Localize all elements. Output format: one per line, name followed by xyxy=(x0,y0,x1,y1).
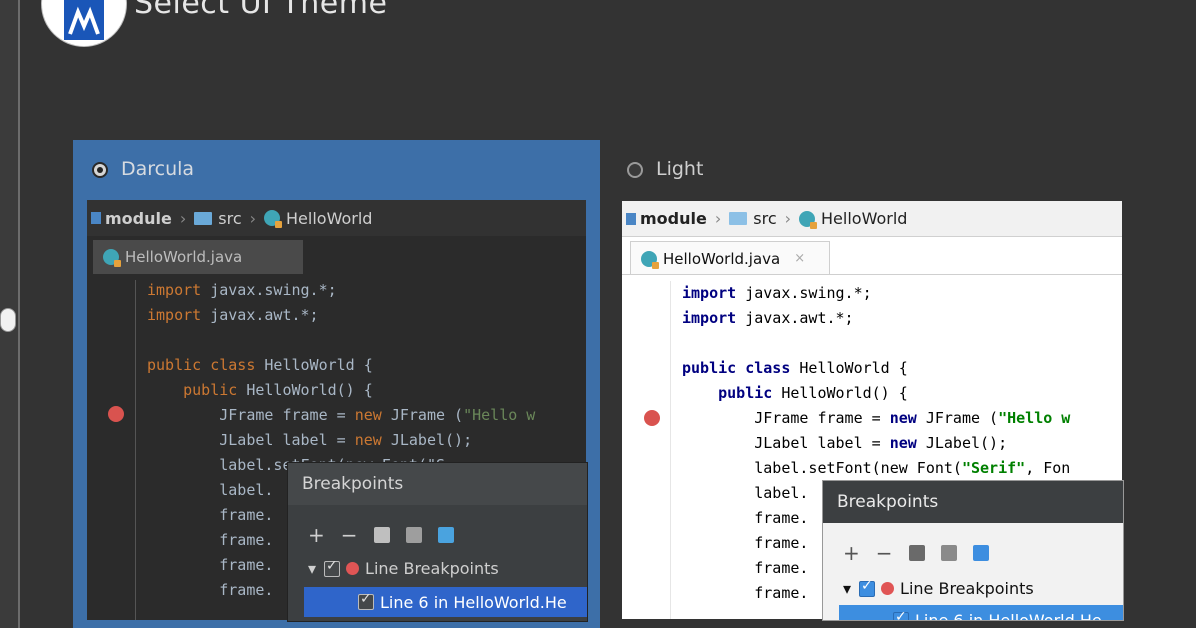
gutter xyxy=(670,281,671,619)
breadcrumb-src: src xyxy=(753,209,777,228)
close-icon[interactable]: × xyxy=(794,251,805,266)
folder-icon xyxy=(194,211,213,225)
gutter xyxy=(135,280,136,620)
breakpoint-icon xyxy=(881,582,895,595)
tree-group-row[interactable]: ▾ Line Breakpoints xyxy=(843,578,1034,599)
target-icon[interactable] xyxy=(437,527,454,543)
module-icon xyxy=(91,212,101,224)
class-icon xyxy=(103,249,121,267)
breadcrumb-class: HelloWorld xyxy=(286,208,373,228)
checkbox-icon[interactable] xyxy=(358,591,374,610)
target-icon[interactable] xyxy=(972,545,989,561)
class-icon xyxy=(641,250,659,269)
breakpoints-toolbar: + − xyxy=(308,523,454,547)
group-icon[interactable] xyxy=(405,527,422,543)
flag-icon[interactable] xyxy=(373,527,390,543)
remove-icon[interactable]: − xyxy=(876,541,893,565)
editor-tab-label: HelloWorld.java xyxy=(663,249,781,268)
breakpoints-title: Breakpoints xyxy=(288,463,587,505)
chevron-right-icon: › xyxy=(784,209,792,228)
tree-item-row[interactable]: Line 6 in HelloWorld.He xyxy=(839,605,1123,621)
tree-group-label: Line Breakpoints xyxy=(365,559,499,578)
breakpoint-icon xyxy=(108,406,124,422)
breadcrumb-class: HelloWorld xyxy=(821,209,908,228)
checkbox-icon[interactable] xyxy=(893,609,909,620)
add-icon[interactable]: + xyxy=(308,523,325,547)
folder-icon xyxy=(729,212,748,225)
theme-label-darcula: Darcula xyxy=(121,158,195,180)
flag-icon[interactable] xyxy=(908,545,925,561)
tree-item-row[interactable]: Line 6 in HelloWorld.He xyxy=(304,587,587,617)
chevron-right-icon: › xyxy=(714,209,722,228)
radio-darcula[interactable] xyxy=(92,162,108,178)
breadcrumb-module: module xyxy=(640,209,707,228)
chevron-down-icon[interactable]: ▾ xyxy=(843,579,851,598)
breakpoints-popup-dark: Breakpoints + − ▾ Line Breakpoints Line … xyxy=(287,462,588,622)
dialog-title: Select UI Theme xyxy=(134,0,388,21)
class-icon xyxy=(264,210,283,228)
tree-item-label: Line 6 in HelloWorld.He xyxy=(380,592,567,612)
chevron-right-icon: › xyxy=(249,208,257,228)
class-icon xyxy=(799,210,818,229)
breadcrumb: module › src › HelloWorld xyxy=(622,201,1122,237)
chevron-down-icon[interactable]: ▾ xyxy=(308,559,316,578)
checkbox-icon[interactable] xyxy=(859,578,876,597)
editor-tab: HelloWorld.java xyxy=(93,240,303,274)
tab-divider xyxy=(622,274,1122,275)
breakpoint-icon xyxy=(644,410,660,426)
theme-label-light: Light xyxy=(656,158,704,180)
group-icon[interactable] xyxy=(940,545,957,561)
tree-group-row[interactable]: ▾ Line Breakpoints xyxy=(308,558,499,579)
module-icon xyxy=(626,212,636,225)
breadcrumb-src: src xyxy=(218,208,242,228)
logo-icon xyxy=(64,0,104,40)
window-edge-handle[interactable] xyxy=(0,308,16,332)
tree-group-label: Line Breakpoints xyxy=(900,579,1034,598)
remove-icon[interactable]: − xyxy=(341,523,358,547)
breadcrumb-module: module xyxy=(105,208,172,228)
checkbox-icon[interactable] xyxy=(324,558,341,577)
tree-item-label: Line 6 in HelloWorld.He xyxy=(915,610,1102,621)
breakpoint-icon xyxy=(346,562,360,575)
editor-tab: HelloWorld.java × xyxy=(630,241,830,275)
breadcrumb: module › src › HelloWorld xyxy=(87,200,586,236)
radio-light[interactable] xyxy=(627,162,643,178)
editor-tab-label: HelloWorld.java xyxy=(125,248,243,266)
breakpoints-toolbar: + − xyxy=(843,541,989,565)
breakpoints-popup-light: Breakpoints + − ▾ Line Breakpoints Line … xyxy=(822,480,1124,621)
chevron-right-icon: › xyxy=(179,208,187,228)
breakpoints-title: Breakpoints xyxy=(823,481,1123,523)
add-icon[interactable]: + xyxy=(843,541,860,565)
